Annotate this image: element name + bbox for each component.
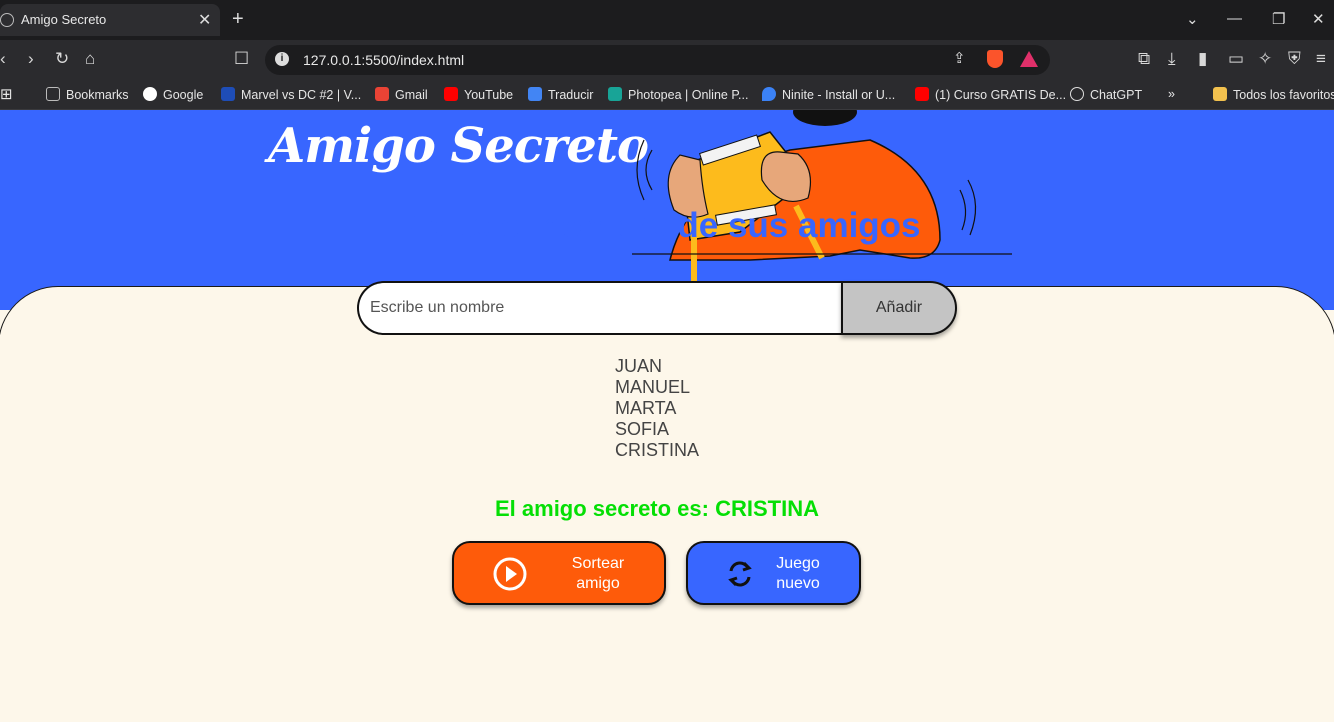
bookmark-label: Ninite - Install or U... (782, 88, 896, 102)
section-heading: Digite el nombre de sus amigos (393, 206, 921, 245)
bookmark-item[interactable]: Ninite - Install or U... (762, 87, 895, 102)
wallet-icon[interactable]: ▭ (1228, 49, 1244, 69)
folder-icon (1213, 87, 1227, 101)
tab-strip: Amigo Secreto ✕ + ⌄ — ❐ ✕ (0, 0, 1334, 40)
restore-icon[interactable]: ❐ (1272, 10, 1285, 28)
gmail-icon (375, 87, 389, 101)
active-tab[interactable]: Amigo Secreto ✕ (0, 4, 220, 36)
bookmark-label: Bookmarks (66, 88, 129, 102)
bookmark-item[interactable]: Traducir (528, 87, 593, 102)
url-text[interactable]: 127.0.0.1:5500/index.html (303, 52, 464, 68)
friend-name-input[interactable] (357, 281, 845, 335)
page-title: Amigo Secreto (268, 118, 649, 174)
extensions-icon[interactable]: ⧉ (1138, 49, 1150, 69)
list-item: CRISTINA (615, 440, 700, 460)
bookmark-item[interactable]: ChatGPT (1070, 87, 1142, 102)
sidebar-icon[interactable]: ▮ (1198, 49, 1207, 69)
bookmark-item[interactable]: (1) Curso GRATIS De... (915, 87, 1066, 102)
list-item: JUAN (615, 356, 663, 376)
apps-grid-icon[interactable]: ⊞ (0, 85, 13, 103)
new-tab-icon[interactable]: + (232, 8, 244, 31)
bookmark-item[interactable]: YouTube (444, 87, 513, 102)
brave-shields-icon[interactable] (987, 50, 1003, 68)
draw-friend-button[interactable]: Sortear amigo (452, 541, 666, 605)
tab-title: Amigo Secreto (21, 12, 107, 27)
list-item: MANUEL (615, 377, 691, 397)
close-tab-icon[interactable]: ✕ (198, 10, 211, 30)
add-friend-form: Añadir (357, 281, 957, 335)
site-favicon-icon (221, 87, 235, 101)
draw-label-line1: Sortear (571, 555, 625, 572)
forward-icon[interactable]: › (28, 49, 34, 69)
new-game-label-line2: nuevo (776, 575, 820, 592)
close-window-icon[interactable]: ✕ (1312, 10, 1325, 28)
bookmark-label: Marvel vs DC #2 | V... (241, 88, 362, 102)
add-button[interactable]: Añadir (841, 281, 957, 335)
bookmark-item[interactable]: Google (143, 87, 203, 102)
downloads-icon[interactable]: ⤓ (1168, 49, 1176, 69)
bookmark-item[interactable]: Gmail (375, 87, 428, 102)
ninite-icon (762, 87, 776, 101)
youtube-icon (444, 87, 458, 101)
play-icon (493, 557, 527, 591)
bookmark-item[interactable]: Bookmarks (46, 87, 129, 102)
vpn-shield-icon[interactable]: ⛨ (1288, 49, 1301, 69)
bookmark-page-icon[interactable]: ☐ (234, 49, 249, 69)
photopea-icon (608, 87, 622, 101)
chatgpt-icon (1070, 87, 1084, 101)
friends-list: JUAN MANUEL MARTA SOFIA CRISTINA (615, 356, 699, 461)
google-icon (143, 87, 157, 101)
menu-icon[interactable]: ≡ (1316, 49, 1326, 69)
draw-button-label: Sortear amigo (554, 554, 642, 594)
tab-search-chevron-icon[interactable]: ⌄ (1186, 10, 1199, 28)
bookmark-label: YouTube (464, 88, 514, 102)
youtube-icon (915, 87, 929, 101)
reload-icon[interactable]: ↻ (55, 49, 69, 69)
bookmark-item[interactable]: Photopea | Online P... (608, 87, 748, 102)
globe-icon (0, 13, 14, 27)
all-bookmarks-folder[interactable]: Todos los favoritos (1213, 87, 1334, 102)
bookmark-label: Google (163, 88, 204, 102)
bookmark-label: Gmail (395, 88, 428, 102)
bookmarks-bar: ⊞ Bookmarks Google Marvel vs DC #2 | V..… (0, 80, 1334, 110)
more-bookmarks-icon[interactable]: » (1168, 87, 1175, 101)
bookmark-label: Traducir (548, 88, 594, 102)
address-bar[interactable]: i 127.0.0.1:5500/index.html ⇪ (265, 45, 1050, 75)
list-item: SOFIA (615, 419, 670, 439)
bookmark-label: (1) Curso GRATIS De... (935, 88, 1067, 102)
share-icon[interactable]: ⇪ (953, 49, 966, 67)
new-game-label-line1: Juego (776, 555, 820, 572)
leo-ai-icon[interactable]: ✧ (1258, 49, 1272, 69)
site-info-icon[interactable]: i (275, 52, 289, 66)
list-item: MARTA (615, 398, 677, 418)
bookmark-label: ChatGPT (1090, 88, 1143, 102)
result-text: El amigo secreto es: CRISTINA (495, 496, 819, 521)
browser-toolbar: ‹ › ↻ ⌂ ☐ i 127.0.0.1:5500/index.html ⇪ … (0, 40, 1334, 80)
bookmarks-icon (46, 87, 60, 101)
person-with-box-illustration (632, 110, 1012, 290)
new-game-button-label: Juego nuevo (760, 554, 836, 594)
bookmark-item[interactable]: Marvel vs DC #2 | V... (221, 87, 361, 102)
draw-label-line2: amigo (576, 575, 620, 592)
new-game-button[interactable]: Juego nuevo (686, 541, 861, 605)
brave-rewards-icon[interactable] (1020, 51, 1038, 67)
home-icon[interactable]: ⌂ (85, 49, 95, 69)
back-icon[interactable]: ‹ (0, 49, 6, 69)
minimize-icon[interactable]: — (1227, 10, 1242, 27)
bookmark-label: Photopea | Online P... (628, 88, 749, 102)
all-bookmarks-label: Todos los favoritos (1233, 88, 1334, 102)
refresh-icon (728, 561, 752, 587)
translate-icon (528, 87, 542, 101)
